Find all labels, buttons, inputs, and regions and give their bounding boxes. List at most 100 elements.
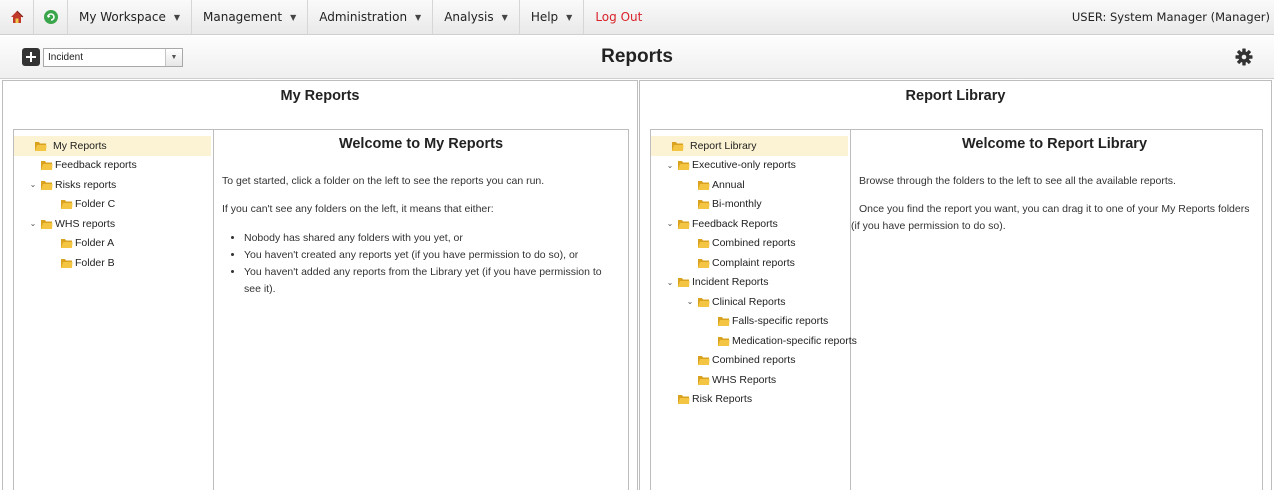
folder-icon — [698, 356, 710, 366]
page-header: Incident ▼ Reports — [0, 36, 1274, 79]
menu-my-workspace[interactable]: My Workspace ▼ — [68, 0, 193, 34]
folder-icon — [718, 317, 730, 327]
tree-item-label: WHS Reports — [712, 373, 777, 386]
chevron-down-icon: ▼ — [173, 12, 181, 22]
folder-icon — [41, 161, 53, 171]
welcome-title: Welcome to Report Library — [961, 136, 1148, 152]
tree-item-label: Medication-specific reports — [732, 334, 857, 347]
list-item: Nobody has shared any folders with you y… — [244, 230, 620, 247]
tree-item-label: Feedback reports — [55, 159, 137, 172]
welcome-intro: To get started, click a folder on the le… — [222, 175, 545, 187]
tree-item[interactable]: ⌄ Feedback Reports — [651, 214, 848, 234]
chevron-down-icon[interactable]: ⌄ — [683, 297, 697, 306]
tree-item[interactable]: Report Library — [651, 136, 848, 156]
tree-item[interactable]: Combined reports — [651, 351, 848, 371]
folder-icon — [698, 375, 710, 385]
list-item: You haven't created any reports yet (if … — [244, 247, 620, 264]
user-info: USER: System Manager (Manager) — [1071, 10, 1270, 24]
menu-label: Management — [203, 10, 283, 24]
tree-item-label: Combined reports — [712, 354, 796, 367]
chevron-down-icon[interactable]: ⌄ — [26, 219, 40, 228]
welcome-drag: Once you find the report you want, you c… — [851, 203, 1250, 232]
chevron-down-icon: ▼ — [501, 12, 508, 22]
tree-item-label: Executive-only reports — [692, 159, 796, 172]
folder-icon — [41, 219, 53, 229]
tree-item-label: My Reports — [53, 139, 107, 152]
folder-icon — [718, 336, 730, 346]
my-reports-tree: My Reports Feedback reports ⌄ Risks reports… — [14, 130, 214, 490]
menu-management[interactable]: Management ▼ — [192, 0, 309, 34]
tree-item[interactable]: ⌄ Incident Reports — [651, 273, 848, 293]
tree-item-label: Clinical Reports — [712, 295, 786, 308]
tree-item-label: Falls-specific reports — [732, 315, 829, 328]
tree-item[interactable]: Folder C — [14, 195, 211, 215]
logout-link[interactable]: Log Out — [584, 0, 653, 34]
tree-item[interactable]: Folder A — [14, 234, 211, 254]
chevron-down-icon[interactable]: ⌄ — [663, 278, 677, 287]
tree-item-label: Feedback Reports — [692, 217, 778, 230]
menu-label: My Workspace — [79, 10, 166, 24]
folder-icon — [698, 180, 710, 190]
tree-item-label: Risks reports — [55, 178, 117, 191]
folder-icon — [61, 200, 73, 210]
menu-analysis[interactable]: Analysis ▼ — [433, 0, 520, 34]
tree-item-label: Incident Reports — [692, 276, 769, 289]
folder-icon — [678, 278, 690, 288]
tree-item[interactable]: Feedback reports — [14, 156, 211, 176]
folder-icon — [678, 161, 690, 171]
tree-item[interactable]: ⌄ WHS reports — [14, 214, 211, 234]
tree-item[interactable]: ⌄ Executive-only reports — [651, 156, 848, 176]
tree-item[interactable]: Medication-specific reports — [651, 331, 857, 351]
report-library-panel: Report Library Report Library ⌄ Executive-… — [639, 80, 1272, 490]
gear-icon[interactable] — [1234, 47, 1254, 67]
tree-item[interactable]: Annual — [651, 175, 848, 195]
panel-title: My Reports — [280, 88, 360, 104]
tree-item[interactable]: Combined reports — [651, 234, 848, 254]
tree-item-label: Folder C — [75, 198, 116, 211]
page-title: Reports — [601, 46, 673, 67]
menu-label: Administration — [319, 10, 408, 24]
home-icon[interactable] — [0, 0, 34, 34]
tree-item[interactable]: Complaint reports — [651, 253, 848, 273]
tree-item-label: Report Library — [690, 139, 757, 152]
list-item: You haven't added any reports from the L… — [244, 264, 620, 298]
folder-icon — [678, 219, 690, 229]
tree-item[interactable]: WHS Reports — [651, 370, 848, 390]
tree-item-label: Bi-monthly — [712, 198, 762, 211]
folder-icon — [35, 141, 47, 151]
menu-administration[interactable]: Administration ▼ — [308, 0, 434, 34]
menu-label: Help — [530, 10, 559, 24]
chevron-down-icon[interactable]: ⌄ — [663, 161, 677, 170]
chevron-down-icon: ▼ — [566, 12, 573, 22]
my-reports-panel: My Reports My Reports Feedback reports ⌄ Ri… — [2, 80, 638, 490]
folder-icon — [672, 141, 684, 151]
tree-item[interactable]: ⌄ Clinical Reports — [651, 292, 848, 312]
folder-icon — [698, 200, 710, 210]
chevron-down-icon[interactable]: ⌄ — [26, 180, 40, 189]
tree-item[interactable]: ⌄ Risks reports — [14, 175, 211, 195]
folder-icon — [678, 395, 690, 405]
my-reports-welcome: Welcome to My Reports To get started, cl… — [214, 130, 628, 490]
tree-item[interactable]: Falls-specific reports — [651, 312, 848, 332]
tree-item-label: Risk Reports — [692, 393, 753, 406]
tree-item[interactable]: Folder B — [14, 253, 211, 273]
folder-icon — [698, 297, 710, 307]
tree-item[interactable]: Bi-monthly — [651, 195, 848, 215]
welcome-title: Welcome to My Reports — [338, 136, 504, 152]
folder-icon — [698, 239, 710, 249]
welcome-either: If you can't see any folders on the left… — [222, 203, 494, 215]
menu-label: Analysis — [444, 10, 494, 24]
chevron-down-icon[interactable]: ⌄ — [663, 219, 677, 228]
top-menubar: My Workspace ▼ Management ▼ Administrati… — [0, 0, 1274, 35]
tree-item-label: Folder B — [75, 256, 115, 269]
refresh-icon[interactable] — [34, 0, 68, 34]
tree-item[interactable]: Risk Reports — [651, 390, 848, 410]
chevron-down-icon: ▼ — [415, 12, 422, 22]
tree-item[interactable]: My Reports — [14, 136, 211, 156]
folder-icon — [61, 239, 73, 249]
welcome-bullets: Nobody has shared any folders with you y… — [222, 230, 620, 298]
report-library-welcome: Welcome to Report Library Browse through… — [851, 130, 1262, 490]
report-library-tree: Report Library ⌄ Executive-only reports Ann… — [651, 130, 857, 490]
menu-help[interactable]: Help ▼ — [520, 0, 585, 34]
folder-icon — [61, 258, 73, 268]
